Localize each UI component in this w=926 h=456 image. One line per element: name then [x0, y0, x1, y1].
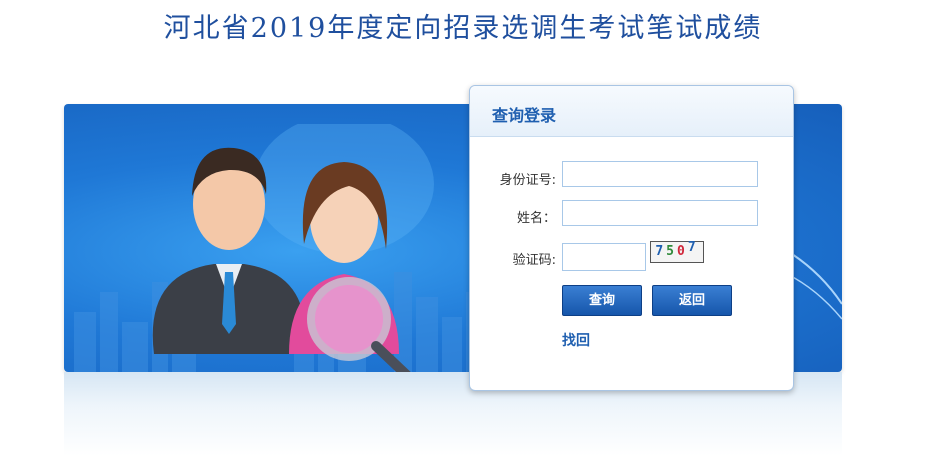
captcha-char: 5: [666, 244, 677, 259]
back-button[interactable]: 返回: [652, 285, 732, 316]
id-number-input[interactable]: [562, 161, 758, 187]
name-label: 姓名：: [516, 211, 556, 226]
login-title: 查询登录: [492, 106, 557, 125]
find-link[interactable]: 找回: [562, 330, 590, 350]
login-panel: 查询登录 身份证号: 姓名： 验证码: 7507 查询 返回 找回: [469, 85, 794, 391]
page-title: 河北省2019年度定向招录选调生考试笔试成绩: [163, 13, 763, 44]
name-input[interactable]: [562, 200, 758, 226]
query-button[interactable]: 查询: [562, 285, 642, 316]
captcha-char: 7: [687, 240, 699, 255]
captcha-char: 0: [677, 244, 688, 259]
id-number-label: 身份证号:: [499, 173, 556, 188]
captcha-image[interactable]: 7507: [650, 240, 704, 263]
captcha-label: 验证码:: [512, 253, 556, 268]
captcha-char: 7: [655, 244, 667, 259]
users-search-illustration: [152, 124, 434, 372]
captcha-input[interactable]: [562, 243, 646, 271]
